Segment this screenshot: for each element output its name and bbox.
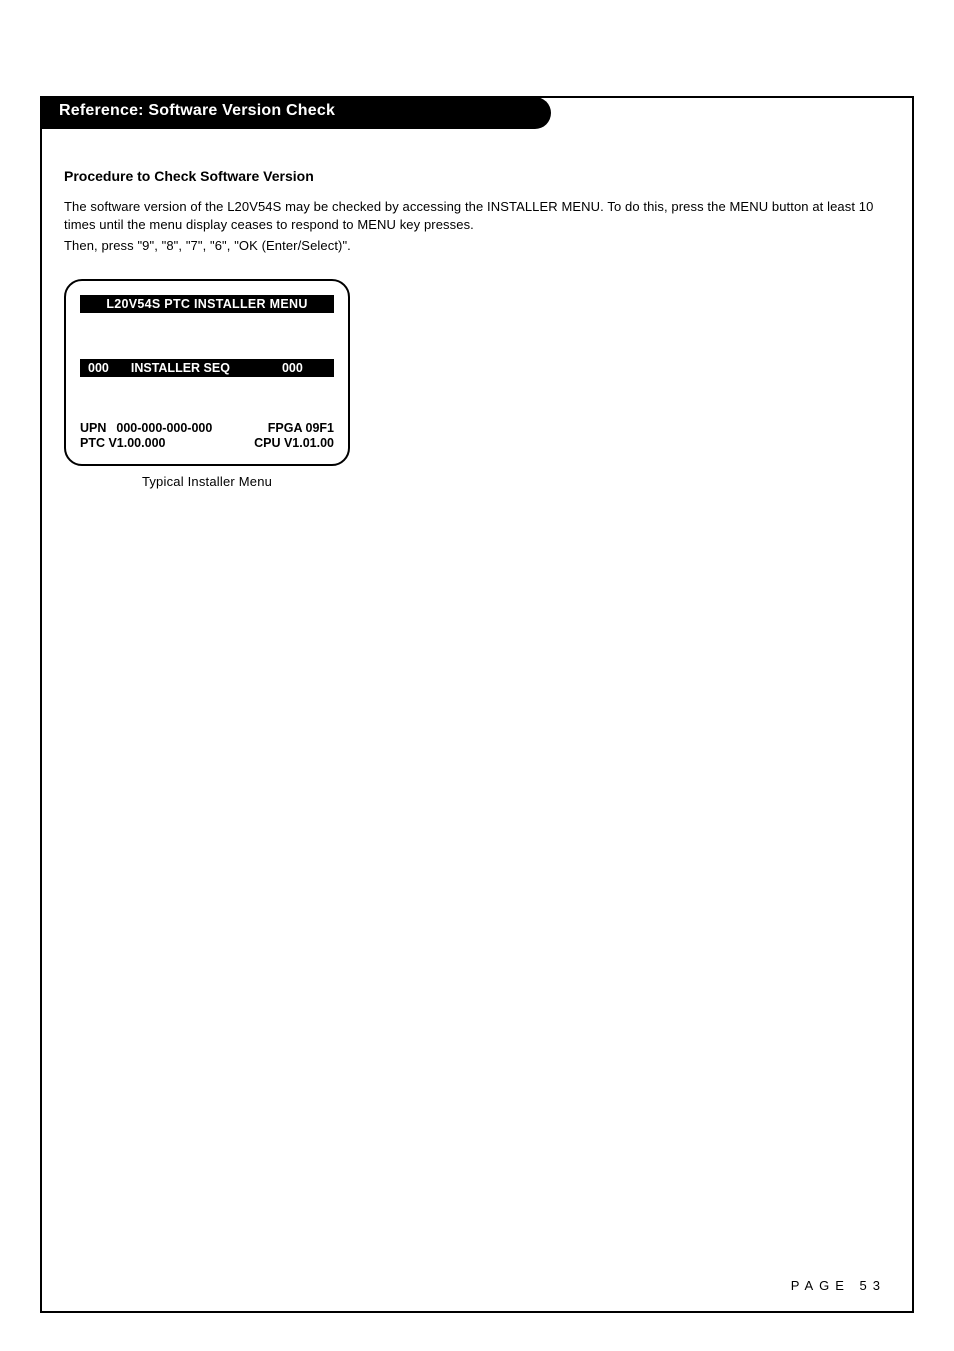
cpu-version: CPU V1.01.00 <box>254 436 334 452</box>
upn-label: UPN <box>80 421 106 437</box>
section-heading: Procedure to Check Software Version <box>64 168 890 184</box>
page-number: PAGE 53 <box>791 1278 886 1293</box>
page-title-text: Reference: Software Version Check <box>59 102 335 119</box>
content-region: Procedure to Check Software Version The … <box>64 168 890 489</box>
installer-menu-box: L20V54S PTC INSTALLER MENU 000 INSTALLER… <box>64 279 350 466</box>
menu-caption: Typical Installer Menu <box>64 474 350 489</box>
body-paragraph-2: Then, press "9", "8", "7", "6", "OK (Ent… <box>64 237 890 255</box>
ptc-version: PTC V1.00.000 <box>80 436 212 452</box>
installer-seq-left: 000 <box>88 361 109 375</box>
installer-seq-right: 000 <box>282 361 303 375</box>
page-frame: Reference: Software Version Check Proced… <box>40 96 914 1313</box>
page-title-bar: Reference: Software Version Check <box>41 97 551 129</box>
body-paragraph-1: The software version of the L20V54S may … <box>64 198 890 233</box>
installer-menu-title: L20V54S PTC INSTALLER MENU <box>80 295 334 313</box>
fpga-version: FPGA 09F1 <box>254 421 334 437</box>
installer-menu-footer: UPN 000-000-000-000 FPGA 09F1 PTC V1.00.… <box>80 421 334 452</box>
installer-seq-label: INSTALLER SEQ <box>131 361 230 375</box>
installer-seq-row: 000 INSTALLER SEQ 000 <box>80 359 334 377</box>
upn-value: 000-000-000-000 <box>116 421 212 437</box>
